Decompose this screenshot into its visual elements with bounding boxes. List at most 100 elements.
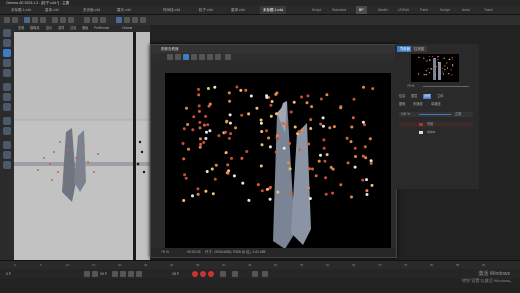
keyframe-icon[interactable] — [208, 271, 214, 277]
tab-info[interactable]: 信息 — [399, 94, 405, 99]
tab-histogram[interactable]: 柱状图 — [411, 46, 427, 52]
particle — [183, 173, 187, 177]
viewport-menu-item[interactable]: 选项 — [58, 25, 64, 32]
doc-tab-active[interactable]: 未标题 1.c4d — [260, 6, 287, 14]
scale-tool-icon[interactable] — [3, 59, 11, 67]
3d-viewport[interactable] — [14, 32, 150, 260]
axis-y-icon[interactable] — [60, 17, 66, 23]
doc-tab[interactable]: 多页面.c4d — [80, 6, 103, 14]
tab-layers[interactable]: 图层 — [411, 94, 417, 99]
status-zoom[interactable]: 75 % — [161, 248, 169, 257]
viewport-menu-item[interactable]: 面板 — [82, 25, 88, 32]
polygons-mode-icon[interactable] — [3, 103, 11, 111]
render-icon[interactable] — [92, 17, 98, 23]
picture-viewer-titlebar[interactable]: 图像查看器 — [151, 45, 396, 53]
doc-tab[interactable]: 星球.c4d — [42, 6, 62, 14]
rotate-tool-icon[interactable] — [3, 69, 11, 77]
step-forward-icon[interactable] — [128, 271, 134, 277]
tab-filter[interactable]: 滤镜 — [423, 94, 432, 99]
auto-key-icon[interactable] — [200, 271, 206, 277]
viewport-menu-item[interactable]: Octane — [122, 25, 132, 32]
frame-current[interactable]: 0 F — [6, 269, 11, 279]
viewport-menu-item[interactable]: 摄像机 — [30, 25, 40, 32]
interpolation-icon[interactable] — [232, 271, 238, 277]
save-icon[interactable] — [199, 54, 205, 60]
step-back-icon[interactable] — [92, 271, 98, 277]
layout-tab[interactable]: Anim — [462, 6, 470, 14]
viewport-menu-item[interactable]: 过滤 — [70, 25, 76, 32]
opacity-value[interactable]: 100 % — [401, 112, 410, 117]
play-reverse-icon[interactable] — [112, 271, 118, 277]
doc-tab[interactable]: 时间线.c4d — [160, 6, 183, 14]
zoom-slider[interactable] — [423, 86, 469, 87]
radio-singlepass[interactable]: 单通道 — [431, 102, 441, 107]
blend-mode[interactable]: 正常 — [455, 112, 461, 117]
scale-icon[interactable] — [32, 17, 38, 23]
doc-tab[interactable]: 露天.c4d — [114, 6, 134, 14]
deformer-icon[interactable] — [140, 17, 146, 23]
radio-image[interactable]: 图像 — [399, 102, 405, 107]
render-active-icon[interactable] — [183, 54, 189, 60]
points-mode-icon[interactable] — [3, 83, 11, 91]
layout-tab[interactable]: Model — [378, 6, 388, 14]
solo-icon[interactable] — [3, 151, 11, 159]
left-toolbar — [0, 25, 15, 265]
doc-tab[interactable]: 星球.c4d — [228, 6, 248, 14]
navigator-zoom[interactable]: 75 % — [407, 84, 414, 89]
frame-end[interactable]: 90 F — [100, 269, 107, 279]
spline-icon[interactable] — [124, 17, 130, 23]
workplane-icon[interactable] — [3, 141, 11, 149]
cube-icon[interactable] — [116, 17, 122, 23]
render-settings-icon[interactable] — [100, 17, 106, 23]
play-icon[interactable] — [120, 271, 126, 277]
snap-icon[interactable] — [3, 127, 11, 135]
fps-field[interactable]: 25 F — [172, 269, 179, 279]
undo-icon[interactable] — [4, 17, 10, 23]
viewport-menu-item[interactable]: ProRender — [94, 25, 109, 32]
timeline-icon[interactable] — [252, 271, 258, 277]
go-to-start-icon[interactable] — [84, 271, 90, 277]
alpha-row[interactable]: Alpha — [399, 130, 473, 135]
viewport-menu-item[interactable]: 显示 — [46, 25, 52, 32]
render-region-icon[interactable] — [175, 54, 181, 60]
move-icon[interactable] — [24, 17, 30, 23]
channel-icon[interactable] — [215, 54, 221, 60]
record-icon[interactable] — [192, 271, 198, 277]
keyframe-settings-icon[interactable] — [220, 271, 226, 277]
opacity-slider[interactable] — [419, 114, 451, 115]
layout-tab[interactable]: Standard — [332, 6, 346, 14]
redo-icon[interactable] — [12, 17, 18, 23]
layout-tab[interactable]: Paint — [420, 6, 428, 14]
render-view-icon[interactable] — [84, 17, 90, 23]
axis-x-icon[interactable] — [52, 17, 58, 23]
ab-compare-icon[interactable] — [207, 54, 213, 60]
move-key-icon[interactable] — [262, 271, 268, 277]
live-select-icon[interactable] — [3, 39, 11, 47]
particle — [282, 146, 286, 150]
rotate-icon[interactable] — [40, 17, 46, 23]
layout-tab-active[interactable]: BP — [356, 6, 367, 14]
go-to-end-icon[interactable] — [136, 271, 142, 277]
stop-render-icon[interactable] — [191, 54, 197, 60]
doc-tab[interactable]: 粒子.c4d — [196, 6, 216, 14]
doc-tab[interactable]: 未标题 1.c4d — [8, 6, 34, 14]
texture-mode-icon[interactable] — [3, 117, 11, 125]
knife-icon[interactable] — [3, 161, 11, 169]
layer-icon[interactable] — [225, 54, 231, 60]
layout-tab[interactable]: Track — [484, 6, 493, 14]
layout-tab[interactable]: Sculpt — [440, 6, 450, 14]
layout-tab[interactable]: UVEdit — [398, 6, 409, 14]
layout-tab[interactable]: Script — [312, 6, 321, 14]
tab-stereo[interactable]: 立体 — [437, 94, 443, 99]
generator-icon[interactable] — [132, 17, 138, 23]
select-tool-icon[interactable] — [3, 29, 11, 37]
layer-row[interactable]: 背景 — [399, 122, 473, 127]
radio-multipass[interactable]: 多通道 — [413, 102, 423, 107]
navigator-thumbnail[interactable] — [411, 54, 459, 82]
edges-mode-icon[interactable] — [3, 93, 11, 101]
render-view-icon[interactable] — [167, 54, 173, 60]
viewport-menu-item[interactable]: 查看 — [18, 25, 24, 32]
viewport-divider[interactable] — [133, 32, 136, 260]
axis-z-icon[interactable] — [68, 17, 74, 23]
move-tool-icon[interactable] — [3, 49, 11, 57]
